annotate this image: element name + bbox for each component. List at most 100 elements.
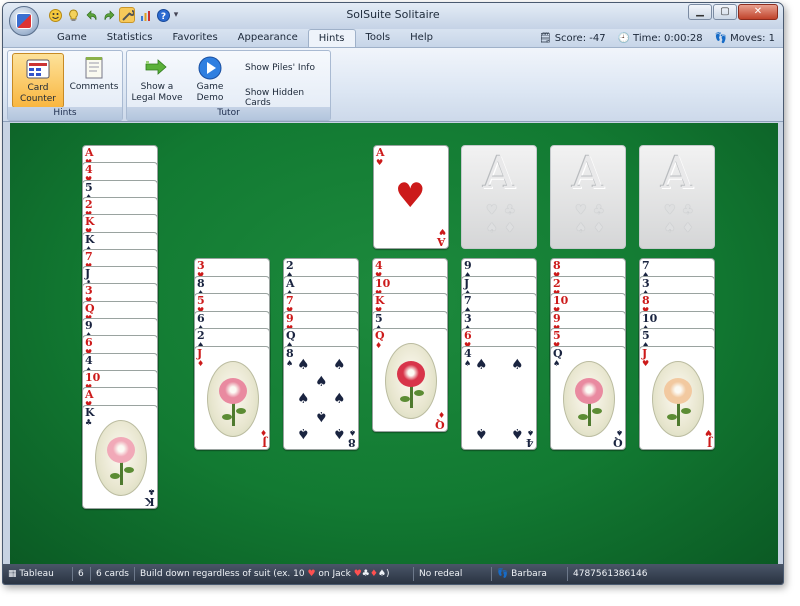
rose-leaf [124,466,134,473]
card-rank: 6 [197,311,205,325]
card-rank-bottom: 4 [526,435,534,449]
card-pip-icon: ♠ [333,356,346,373]
rose-flower [219,378,247,405]
card-rank: K [85,215,95,229]
rose-flower [397,360,425,387]
tableau-2-card[interactable]: J ♦ J ♦ [194,345,270,450]
card-rank: 10 [642,311,658,325]
card-rank: K [375,294,385,307]
card-rank-bottom: A [437,235,446,248]
card-rank: J [464,276,470,290]
foundation-suit-icon: ♦ [593,221,605,236]
card-rank-bottom: K [145,494,155,508]
rule-club-icon: ♣ [361,569,370,579]
card-pip-icon: ♠ [297,390,310,407]
card-rank: A [85,388,94,402]
status-redeal: No redeal [414,567,492,581]
card-rank: A [85,146,94,159]
card-pip-icon: ♠ [333,424,346,441]
card-rank: 3 [642,276,650,290]
menu-item-game[interactable]: Game [47,29,97,47]
card-pip-icon: ♠ [475,356,488,373]
comments-button[interactable]: Comments [68,53,120,108]
tableau-4-card[interactable]: Q ♦ Q ♦ [372,328,448,432]
card-rank: 5 [375,311,383,325]
maximize-button[interactable]: ▢ [713,4,737,20]
card-pip-icon: ♠ [315,407,328,424]
show-piles-info-button[interactable]: Show Piles' Info [245,63,315,73]
card-pip-icon: ♠ [511,356,524,373]
foundation-suit-icon: ♣ [682,203,694,218]
card-rank: Q [85,301,95,315]
status-pile-number: 6 [73,567,91,581]
card-counter-icon [25,57,51,81]
footsteps-icon: 👣 [714,32,728,44]
rule-text-mid: on Jack [315,569,354,579]
score-value: Score: -47 [554,32,606,44]
card-suit-bottom-icon: ♥ [704,427,712,437]
card-rank: 7 [642,259,650,272]
foundation-card-1[interactable]: A ♥ ♥ A ♥ [373,145,449,249]
menu-item-favorites[interactable]: Favorites [163,29,228,47]
menu-item-hints[interactable]: Hints [307,29,356,47]
game-demo-button[interactable]: Game Demo [185,53,235,108]
rule-heart-icon: ♥ [307,569,316,579]
foundation-slot-3[interactable]: A ♥ ♣ ♠ ♦ [550,145,626,249]
card-suit-icon: ♠ [553,358,561,368]
clock-icon: 🕘 [617,32,631,44]
menu-bar: Game Statistics Favorites Appearance Hints To… [3,29,783,47]
card-suit-icon: ♠ [464,358,472,368]
rule-diamond-icon: ♦ [369,569,378,579]
show-hidden-cards-button[interactable]: Show Hidden Cards [245,88,330,108]
card-suit-bottom-icon: ♣ [147,486,155,496]
foundation-suit-icon: ♠ [486,221,498,236]
card-suit-icon: ♦ [197,358,205,368]
menu-item-tools[interactable]: Tools [356,29,401,47]
score-stat: 🗒 Score: -47 [539,33,606,44]
card-rank: 7 [464,294,472,307]
app-menu-button[interactable] [9,6,39,36]
menu-item-statistics[interactable]: Statistics [97,29,163,47]
close-button[interactable]: ✕ [738,4,778,20]
card-suit-bottom-icon: ♥ [438,227,446,236]
foundation-slot-2[interactable]: A ♥ ♣ ♠ ♦ [461,145,537,249]
arrows-icon [144,56,170,80]
card-rank: 2 [85,197,93,211]
menu-item-help[interactable]: Help [400,29,443,47]
show-legal-move-button[interactable]: Show a Legal Move [129,53,185,108]
card-rank: J [642,346,648,360]
tableau-6-card[interactable]: Q ♠ Q ♠ [550,345,626,450]
foundation-suit-icon: ♦ [504,221,516,236]
tableau-5-card[interactable]: 4 ♠ ♠ ♠ ♠ ♠ 4 ♠ [461,345,537,450]
menu-item-appearance[interactable]: Appearance [228,29,308,47]
notepad-icon [81,56,107,80]
card-rank: 8 [642,294,650,307]
status-bar: ▦ Tableau 6 6 cards Build down regardles… [3,564,783,584]
foundation-slot-4[interactable]: A ♥ ♣ ♠ ♦ [639,145,715,249]
tableau-1-card[interactable]: K ♣ K ♣ [82,404,158,509]
card-rank: 10 [553,294,569,307]
tableau-7-card[interactable]: J ♥ J ♥ [639,345,715,450]
card-pip-icon: ♠ [333,390,346,407]
rose-leaf [681,407,691,414]
card-rank: 10 [375,276,391,290]
menu-items: Game Statistics Favorites Appearance Hints To… [47,29,443,47]
hints-group: Card Counter Comments Hints [7,50,123,121]
tableau-3-card[interactable]: 8 ♠ ♠ ♠ ♠ ♠ ♠ ♠ ♠ ♠ 8 ♠ [283,345,359,450]
card-rank: 2 [197,329,205,342]
card-rank: 2 [553,276,561,290]
card-pip-icon: ♠ [297,356,310,373]
rose-illustration [207,360,259,437]
time-value: Time: 0:00:28 [633,32,703,44]
card-suit-bottom-icon: ♦ [437,410,445,419]
rose-leaf [400,396,410,402]
card-rank: 4 [85,353,93,367]
card-suit-icon: ♥ [642,358,650,368]
card-rank-bottom: 8 [348,435,356,449]
app-logo-icon [16,13,32,29]
moves-stat: 👣 Moves: 1 [715,33,775,44]
minimize-button[interactable]: ▁ [688,4,712,20]
card-counter-button[interactable]: Card Counter [12,53,64,108]
game-table[interactable]: A♥♥A♥A♥♣♠♦A♥♣♠♦A♥♣♠♦A♥4♥5♠2♥K♥K♠7♥J♣3♥Q♥… [10,123,778,565]
card-suit-icon: ♣ [85,417,93,427]
